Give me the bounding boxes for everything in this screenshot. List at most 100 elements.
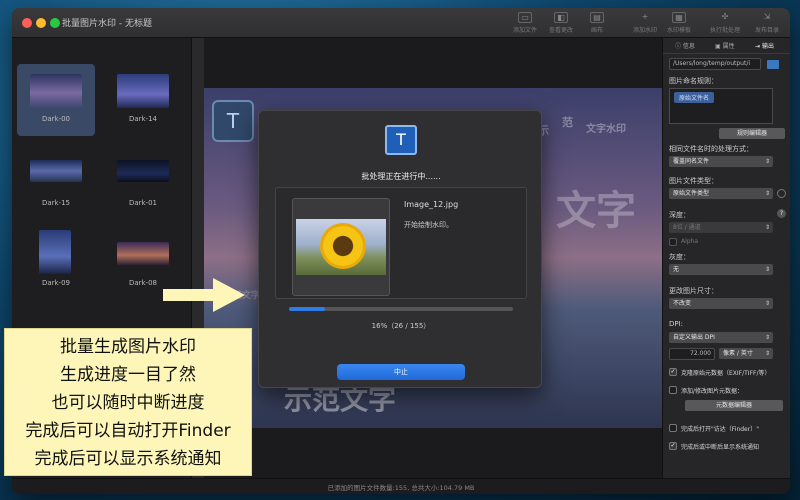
callout-line: 也可以随时中断进度	[51, 393, 205, 413]
size-label: 更改图片尺寸：	[669, 287, 718, 295]
select-value: 自定义输出 DPI	[673, 334, 715, 341]
grayscale-select[interactable]: 无 ⇕	[669, 264, 773, 275]
list-item[interactable]: Dark-14	[104, 64, 182, 136]
output-settings-panel: ⓘ 信息 ▣ 属性 ⇥ 输出 /Users/long/temp/output/i…	[662, 38, 790, 478]
folder-icon[interactable]	[767, 60, 779, 69]
tab-output[interactable]: ⇥ 输出	[755, 41, 774, 50]
notify-checkbox[interactable]: ✓	[669, 442, 677, 450]
size-select[interactable]: 不改变 ⇕	[669, 298, 773, 309]
toolbar-label: 发布目录	[754, 27, 779, 34]
tab-info[interactable]: ⓘ 信息	[675, 41, 695, 50]
select-value: 覆盖同名文件	[673, 158, 710, 165]
current-file-name: Image_12.jpg	[404, 200, 459, 209]
file-type-options-icon[interactable]	[777, 189, 786, 198]
app-icon: T	[385, 125, 417, 155]
grayscale-label: 灰度：	[669, 253, 690, 261]
file-type-label: 图片文件类型：	[669, 177, 718, 185]
tab-label: 属性	[722, 43, 735, 50]
canvas-icon: ▤	[590, 12, 604, 23]
progress-text: 16%（26 / 155）	[371, 322, 431, 330]
thumbnail-label: Dark-01	[128, 199, 158, 207]
toolbar-label: 查看更改	[548, 27, 573, 34]
select-value: 原始文件类型	[673, 190, 710, 197]
sunflower-image	[296, 219, 386, 275]
chevron-updown-icon: ⇕	[764, 350, 770, 357]
toolbar-run-batch[interactable]: ✣ 执行批处理	[704, 12, 746, 34]
same-name-select[interactable]: 覆盖同名文件 ⇕	[669, 156, 773, 167]
dialog-title: 批处理正在进行中......	[361, 172, 441, 181]
minimize-window-button[interactable]	[36, 18, 46, 28]
toolbar-label: 画布	[590, 27, 603, 34]
toolbar-label: 执行批处理	[709, 27, 740, 34]
template-icon: ▦	[672, 12, 686, 23]
arrow-right-icon	[163, 278, 245, 312]
thumbnail-image	[30, 160, 82, 182]
chevron-updown-icon: ⇕	[764, 266, 770, 273]
tab-label: 信息	[682, 43, 695, 50]
list-item[interactable]: Dark-00	[17, 64, 95, 136]
thumbnail-label: Dark-09	[41, 279, 71, 287]
toolbar-watermark-template[interactable]: ▦ 水印模板	[658, 12, 700, 34]
watermark-text: 文字水印	[586, 124, 626, 135]
status-bar: 已添加的图片文件数量:155, 总共大小:104.79 MB	[12, 478, 790, 494]
chevron-updown-icon: ⇕	[764, 300, 770, 307]
thumbnail-label: Dark-15	[41, 199, 71, 207]
view-changes-icon: ◧	[554, 12, 568, 23]
thumbnail-image	[117, 74, 169, 108]
file-type-select[interactable]: 原始文件类型 ⇕	[669, 188, 773, 199]
chevron-updown-icon: ⇕	[764, 190, 770, 197]
dpi-label: DPI:	[669, 320, 684, 328]
dpi-unit-select[interactable]: 像素 / 英寸 ⇕	[719, 348, 773, 359]
dpi-select[interactable]: 自定义输出 DPI ⇕	[669, 332, 773, 343]
metadata-editor-button[interactable]: 元数据编辑器	[685, 400, 783, 411]
text-watermark-tool-icon[interactable]: T	[212, 100, 254, 142]
current-file-box: Image_12.jpg 开始绘制水印。	[275, 187, 527, 299]
list-item[interactable]: Dark-01	[104, 148, 182, 220]
plus-icon: +	[641, 12, 649, 21]
thumbnail-image	[30, 74, 82, 108]
dpi-number-field[interactable]: 72.000	[669, 348, 715, 360]
close-window-button[interactable]	[22, 18, 32, 28]
naming-token[interactable]: 原始文件名	[674, 92, 715, 103]
thumbnail-image	[39, 230, 71, 274]
progress-bar-fill	[289, 307, 325, 311]
list-item[interactable]: Dark-09	[17, 228, 95, 300]
open-finder-checkbox[interactable]	[669, 424, 677, 432]
alpha-label: Alpha	[681, 238, 699, 245]
depth-select: 8位 / 通道 ⇕	[669, 222, 773, 233]
naming-rule-label: 图片命名规则：	[669, 77, 718, 85]
naming-rule-field[interactable]: 原始文件名	[669, 88, 773, 124]
window-title: 批量图片水印 - 无标题	[62, 19, 152, 29]
rule-editor-button[interactable]: 规则编辑器	[719, 128, 785, 139]
edit-metadata-checkbox[interactable]	[669, 386, 677, 394]
zoom-window-button[interactable]	[50, 18, 60, 28]
toolbar-canvas[interactable]: ▤ 画布	[576, 12, 618, 34]
watermark-text: 范	[562, 116, 573, 129]
title-bar: 批量图片水印 - 无标题 ▭ 添加文件 ◧ 查看更改 ▤ 画布 + 添加水印 ▦ 水印模板…	[12, 8, 790, 38]
tab-label: 输出	[761, 43, 774, 50]
depth-label: 深度：	[669, 211, 690, 219]
toolbar-publish-dir[interactable]: ⇲ 发布目录	[746, 12, 788, 34]
watermark-large-text: 文字	[556, 188, 636, 234]
clone-metadata-checkbox[interactable]: ✓	[669, 368, 677, 376]
progress-bar	[289, 307, 513, 311]
batch-progress-dialog: T 批处理正在进行中...... Image_12.jpg 开始绘制水印。 16…	[258, 110, 542, 388]
callout-line: 完成后可以显示系统通知	[34, 449, 222, 469]
callout-line: 生成进度一目了然	[60, 365, 196, 385]
help-icon[interactable]: ?	[777, 209, 786, 218]
status-text: 已添加的图片文件数量:155, 总共大小:104.79 MB	[327, 484, 475, 492]
toolbar-label: 添加文件	[512, 27, 537, 34]
tab-properties[interactable]: ▣ 属性	[715, 41, 735, 50]
open-finder-label: 完成后打开"访达（Finder）"	[681, 426, 759, 433]
publish-icon: ⇲	[763, 12, 771, 21]
current-file-status: 开始绘制水印。	[404, 221, 453, 229]
output-path-field[interactable]: /Users/long/temp/output/i	[669, 58, 761, 70]
panel-tabs: ⓘ 信息 ▣ 属性 ⇥ 输出	[663, 38, 790, 54]
select-value: 8位 / 通道	[673, 224, 701, 231]
edit-metadata-label: 添加/修改图片元数据：	[681, 388, 744, 395]
list-item[interactable]: Dark-15	[17, 148, 95, 220]
feature-callout: 批量生成图片水印 生成进度一目了然 也可以随时中断进度 完成后可以自动打开Fin…	[4, 328, 252, 476]
chevron-updown-icon: ⇕	[764, 334, 770, 341]
current-image-preview	[292, 198, 390, 296]
stop-button[interactable]: 中止	[337, 364, 465, 380]
